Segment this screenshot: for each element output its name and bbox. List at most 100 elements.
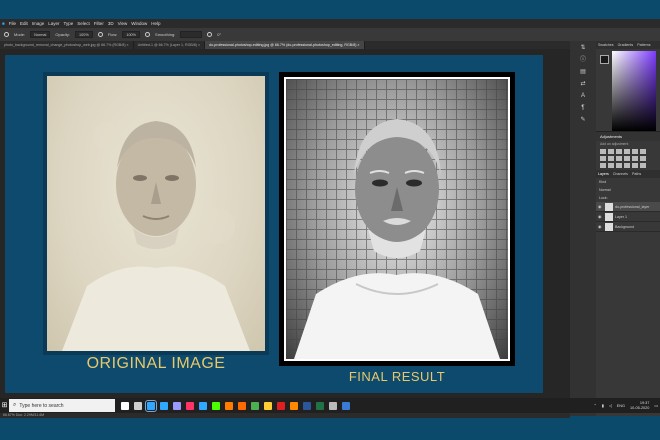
selective-color-icon[interactable]	[632, 163, 638, 168]
smoothing-field[interactable]	[180, 31, 203, 38]
clock-date: 10-05-2020	[629, 405, 650, 410]
acrobat-icon[interactable]	[277, 401, 285, 410]
tab-patterns[interactable]: Patterns	[637, 43, 650, 47]
photo-filter-icon[interactable]	[624, 156, 630, 161]
menu-layer[interactable]: Layer	[48, 19, 59, 28]
tab-swatches[interactable]: Swatches	[598, 43, 614, 47]
airbrush-icon[interactable]	[145, 32, 151, 37]
menu-type[interactable]: Type	[64, 19, 74, 28]
layer-row[interactable]: ◉ Layer 1	[596, 212, 660, 222]
photoshop-2-icon[interactable]	[160, 401, 168, 410]
kind-filter[interactable]: Kind	[599, 180, 606, 184]
dreamweaver-icon[interactable]	[212, 401, 220, 410]
indesign-icon[interactable]	[186, 401, 194, 410]
menu-edit[interactable]: Edit	[20, 19, 28, 28]
angle-value[interactable]: 0°	[217, 32, 221, 37]
menu-filter[interactable]: Filter	[94, 19, 104, 28]
lightroom-icon[interactable]	[199, 401, 207, 410]
solid-icon[interactable]	[640, 163, 646, 168]
character-icon[interactable]: A	[579, 93, 587, 99]
brush-icon[interactable]	[4, 32, 9, 37]
paragraph-icon[interactable]: ¶	[579, 105, 587, 111]
hue-icon[interactable]	[600, 156, 606, 161]
brightness-icon[interactable]	[600, 149, 606, 154]
layer-name: do-professional_layer	[615, 204, 650, 209]
channel-mixer-icon[interactable]	[632, 156, 638, 161]
premiere-icon[interactable]	[173, 401, 181, 410]
threshold-icon[interactable]	[616, 163, 622, 168]
color-balance-icon[interactable]	[608, 156, 614, 161]
volume-icon[interactable]: ◁	[609, 403, 612, 408]
photoshop-icon[interactable]	[145, 399, 157, 412]
menu-image[interactable]: Image	[32, 19, 45, 28]
network-icon[interactable]: ▮	[602, 403, 604, 408]
document-canvas[interactable]: ORIGINAL IMAGE FINAL RESULT	[5, 55, 543, 393]
tab-gradients[interactable]: Gradients	[618, 43, 634, 47]
triangle-icon[interactable]	[640, 149, 646, 154]
menu-bar: ■ File Edit Image Layer Type Select Filter 3D Vi…	[0, 19, 660, 28]
tab-layers[interactable]: Layers	[598, 172, 609, 176]
canvas-area[interactable]: ORIGINAL IMAGE FINAL RESULT 66.67% Doc: …	[0, 49, 570, 418]
blend-mode-select[interactable]: Normal	[596, 186, 660, 194]
pressure-icon[interactable]	[97, 32, 103, 37]
menu-window[interactable]: Window	[131, 19, 147, 28]
menu-select[interactable]: Select	[77, 19, 90, 28]
vlc-icon[interactable]	[290, 401, 298, 410]
eye-icon[interactable]: ◉	[598, 204, 603, 209]
bw-icon[interactable]	[616, 156, 622, 161]
settings-gear-icon[interactable]	[207, 32, 213, 37]
tab-channels[interactable]: Channels	[613, 172, 628, 176]
flow-field[interactable]: 100%	[122, 31, 141, 38]
settings-icon[interactable]	[329, 401, 337, 410]
exposure-icon[interactable]	[624, 149, 630, 154]
document-tab-2[interactable]: Untitled-1 @ 66.7% (Layer 1, RGB/8) ×	[134, 41, 206, 49]
chrome-icon[interactable]	[251, 401, 259, 410]
eye-icon[interactable]: ◉	[598, 214, 603, 219]
color-picker-field[interactable]	[612, 51, 656, 131]
photos-icon[interactable]	[342, 401, 350, 410]
tab-paths[interactable]: Paths	[632, 172, 641, 176]
lookup-icon[interactable]	[640, 156, 646, 161]
animate-icon[interactable]	[225, 401, 233, 410]
document-tab-1[interactable]: photo_background_removal_change_photosho…	[0, 41, 134, 49]
mode-select[interactable]: Normal	[30, 31, 51, 38]
excel-icon[interactable]	[316, 401, 324, 410]
explorer-icon[interactable]	[264, 401, 272, 410]
menu-help[interactable]: Help	[151, 19, 160, 28]
word-icon[interactable]	[303, 401, 311, 410]
eye-icon[interactable]: ◉	[598, 224, 603, 229]
taskbar-search-box[interactable]: ⌕ Type here to search	[9, 399, 115, 412]
taskbar-clock[interactable]: 19:37 10-05-2020	[630, 401, 649, 411]
info-icon[interactable]: ⓘ	[579, 57, 587, 63]
menu-3d[interactable]: 3D	[108, 19, 114, 28]
menu-file[interactable]: File	[9, 19, 16, 28]
task-view-icon[interactable]	[134, 401, 142, 410]
windows-start-icon[interactable]: ⊞	[0, 398, 9, 413]
levels-icon[interactable]	[608, 149, 614, 154]
ps-logo[interactable]: ■	[2, 19, 5, 28]
gradient-map-icon[interactable]	[624, 163, 630, 168]
search-circle-icon[interactable]	[121, 401, 129, 410]
final-result-caption: FINAL RESULT	[348, 369, 446, 384]
actions-icon[interactable]: ⇄	[579, 81, 587, 87]
opacity-field[interactable]: 100%	[75, 31, 93, 38]
curves-icon[interactable]	[616, 149, 622, 154]
arrange-icon[interactable]: ⇅	[579, 45, 587, 51]
brush-settings-icon[interactable]: ✎	[579, 117, 587, 123]
invert-icon[interactable]	[600, 163, 606, 168]
history-icon[interactable]: ▤	[579, 69, 587, 75]
language-indicator[interactable]: ENG	[617, 404, 625, 408]
posterize-icon[interactable]	[608, 163, 614, 168]
original-image-frame	[43, 72, 269, 355]
document-tab-3[interactable]: do-professional-photoshop-editing.jpg @ …	[205, 41, 365, 49]
foreground-color-swatch[interactable]	[600, 55, 609, 64]
chevron-up-icon[interactable]: ⌃	[594, 403, 597, 408]
vibrance-icon[interactable]	[632, 149, 638, 154]
menu-view[interactable]: View	[118, 19, 128, 28]
firefox-icon[interactable]	[238, 401, 246, 410]
layer-thumbnail	[605, 222, 613, 231]
layer-row[interactable]: ◉ do-professional_layer	[596, 202, 660, 212]
notification-icon[interactable]: ▭	[654, 403, 658, 408]
flow-label: Flow:	[107, 32, 118, 37]
layer-row[interactable]: ◉ Background	[596, 222, 660, 232]
